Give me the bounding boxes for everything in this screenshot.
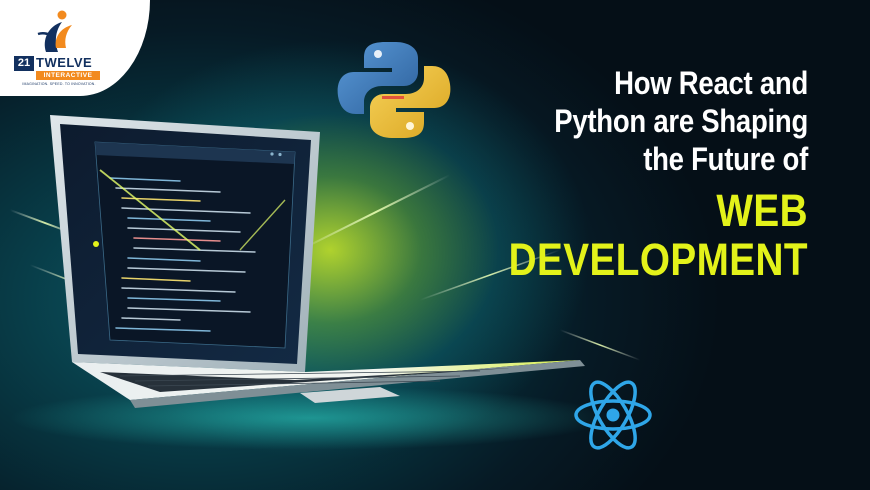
headline-line-3: the Future of: [643, 141, 808, 177]
headline-emphasis-web: WEB: [716, 185, 808, 236]
headline-line-1: How React and: [614, 65, 808, 101]
banner: 21 TWELVE INTERACTIVE IMAGINATION. SPEED…: [0, 0, 870, 490]
headline-emphasis-development: DEVELOPMENT: [508, 234, 808, 285]
headline-line-2: Python are Shaping: [554, 103, 808, 139]
headline: How React and Python are Shaping the Fut…: [448, 64, 809, 285]
logo-subtitle: INTERACTIVE: [36, 71, 100, 80]
react-logo-icon: [574, 380, 652, 450]
python-logo-icon: [337, 42, 451, 138]
logo-number: 21: [14, 56, 34, 71]
runner-figure-icon: [37, 10, 72, 52]
logo-name: TWELVE: [36, 55, 93, 70]
logo-tagline: IMAGINATION. SPEED. TO INNOVATION.: [22, 82, 96, 86]
